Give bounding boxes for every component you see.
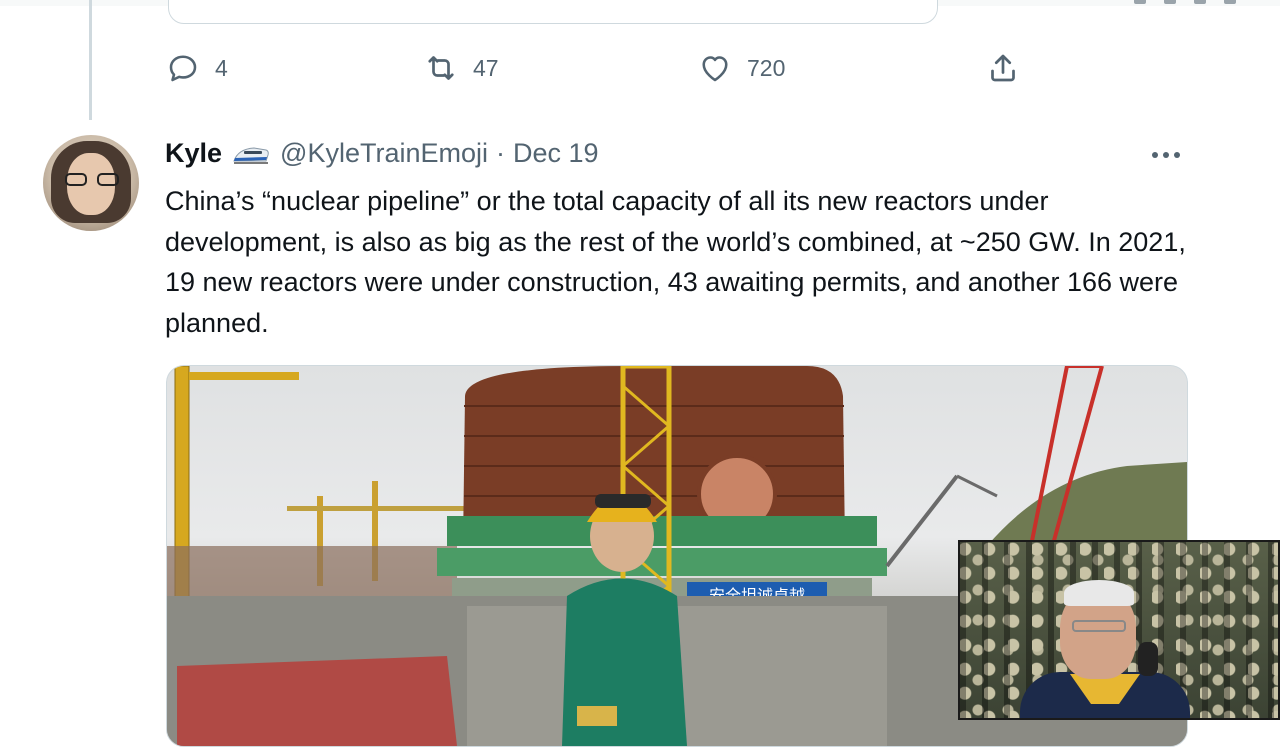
bullet-train-emoji-icon — [233, 146, 269, 164]
quoted-tweet-card[interactable] — [168, 0, 938, 24]
retweet-count: 47 — [473, 54, 499, 81]
heart-icon — [702, 56, 728, 82]
thread-connector-line — [89, 0, 92, 120]
like-button[interactable]: 720 — [697, 50, 785, 86]
share-button[interactable] — [985, 50, 1021, 86]
toolbar-icon[interactable] — [1164, 0, 1176, 4]
reply-button[interactable]: 4 — [165, 50, 228, 86]
tweet-header: Kyle @KyleTrainEmoji · Dec 19 — [165, 138, 599, 169]
toolbar-icon[interactable] — [1194, 0, 1206, 4]
microphone-icon — [1138, 642, 1158, 676]
tweet-date[interactable]: Dec 19 — [513, 138, 599, 169]
reply-count: 4 — [215, 54, 228, 81]
header-separator: · — [496, 138, 506, 168]
more-options-button[interactable] — [1152, 148, 1184, 162]
speech-bubble-icon — [169, 55, 197, 82]
share-upload-icon — [991, 54, 1015, 82]
avatar[interactable] — [43, 135, 139, 231]
retweet-arrows-icon — [428, 56, 454, 80]
ellipsis-icon — [1152, 152, 1158, 158]
author-name[interactable]: Kyle — [165, 138, 222, 169]
top-right-toolbar — [1134, 0, 1236, 4]
toolbar-icon[interactable] — [1134, 0, 1146, 4]
toolbar-icon[interactable] — [1224, 0, 1236, 4]
tweet-action-bar: 4 47 720 — [165, 50, 1025, 90]
tweet-text: China’s “nuclear pipeline” or the total … — [165, 186, 1186, 338]
like-count: 720 — [747, 54, 786, 81]
webcam-overlay — [958, 540, 1280, 720]
retweet-button[interactable]: 47 — [423, 50, 499, 86]
author-handle[interactable]: @KyleTrainEmoji — [280, 138, 488, 169]
